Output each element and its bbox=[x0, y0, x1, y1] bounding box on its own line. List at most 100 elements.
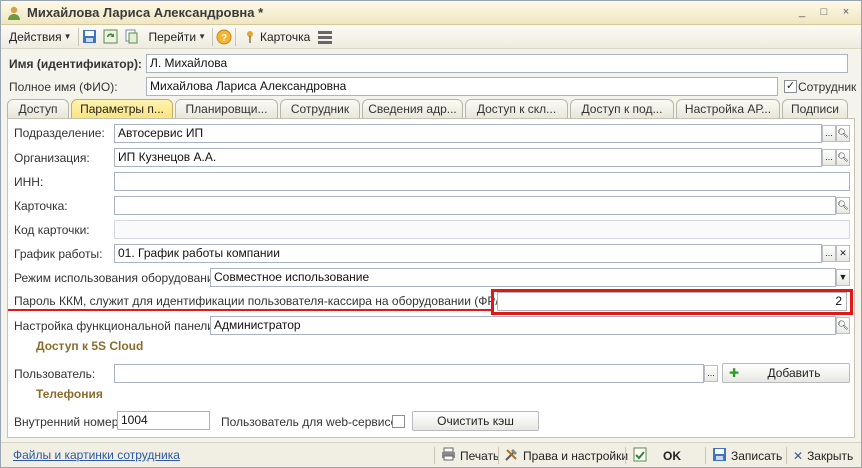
division-choose-button[interactable]: ... bbox=[822, 125, 836, 142]
copy-icon[interactable] bbox=[124, 29, 140, 45]
user-input[interactable] bbox=[114, 364, 704, 383]
pin-icon bbox=[242, 29, 258, 45]
refresh-icon[interactable] bbox=[103, 29, 119, 45]
division-search-icon[interactable]: 🔍︎ bbox=[836, 125, 850, 142]
organization-search-icon[interactable]: 🔍︎ bbox=[836, 149, 850, 166]
list-view-icon[interactable] bbox=[317, 29, 333, 45]
kkm-password-input[interactable]: 2 bbox=[497, 292, 847, 311]
tools-icon bbox=[504, 447, 519, 465]
help-icon[interactable]: ? bbox=[216, 29, 232, 45]
employee-window: Михайлова Лариса Александровна * _ □ × Д… bbox=[0, 0, 862, 468]
webservice-user-checkbox[interactable] bbox=[392, 415, 405, 428]
kkm-password-value: 2 bbox=[835, 294, 842, 308]
actions-menu[interactable]: Действия ▼ bbox=[6, 27, 75, 47]
division-label: Подразделение: bbox=[14, 126, 105, 140]
rights-label: Права и настройки bbox=[523, 448, 629, 463]
schedule-clear-icon[interactable]: ✕ bbox=[836, 245, 850, 262]
schedule-input[interactable]: 01. График работы компании bbox=[114, 244, 822, 263]
user-icon bbox=[6, 5, 22, 21]
schedule-choose-button[interactable]: ... bbox=[822, 245, 836, 262]
files-and-images-link[interactable]: Файлы и картинки сотрудника bbox=[13, 448, 180, 462]
inn-input[interactable] bbox=[114, 172, 850, 191]
panel-settings-label: Настройка функциональной панели: bbox=[14, 319, 218, 333]
card-code-label: Код карточки: bbox=[14, 223, 90, 237]
toolbar-separator bbox=[77, 27, 79, 46]
card-input[interactable] bbox=[114, 196, 836, 215]
save-label: Записать bbox=[731, 448, 783, 463]
cloud-section-title: Доступ к 5S Cloud bbox=[36, 339, 144, 353]
name-input[interactable]: Л. Михайлова bbox=[146, 54, 848, 73]
parameters-page: Подразделение: Автосервис ИП ... 🔍︎ Орга… bbox=[7, 118, 855, 438]
chevron-down-icon: ▼ bbox=[198, 32, 206, 41]
tab-access[interactable]: Доступ bbox=[7, 99, 69, 119]
fullname-label: Полное имя (ФИО): bbox=[9, 80, 118, 94]
webservice-user-label: Пользователь для web-сервисов bbox=[221, 415, 404, 429]
card-button[interactable]: Карточка bbox=[239, 27, 313, 47]
tab-signatures[interactable]: Подписи bbox=[782, 99, 848, 119]
telephony-section-title: Телефония bbox=[36, 387, 103, 401]
save-icon bbox=[712, 447, 727, 465]
ok-label: OK bbox=[663, 448, 681, 463]
printer-icon bbox=[441, 447, 456, 464]
chevron-down-icon[interactable]: ▼ bbox=[836, 269, 850, 286]
tab-employee[interactable]: Сотрудник bbox=[280, 99, 360, 119]
bottom-bar: Файлы и картинки сотрудника Печать Права… bbox=[1, 442, 861, 467]
user-choose-button[interactable]: ... bbox=[704, 365, 718, 382]
tab-scheduler[interactable]: Планировщи... bbox=[175, 99, 278, 119]
plus-icon: ✚ bbox=[729, 366, 740, 380]
schedule-label: График работы: bbox=[14, 247, 103, 261]
bottom-separator bbox=[705, 447, 706, 464]
clear-cache-button[interactable]: Очистить кэш bbox=[412, 411, 539, 431]
ok-button[interactable]: OK bbox=[633, 446, 681, 465]
employee-checkbox-label: Сотрудник bbox=[798, 80, 857, 94]
name-label: Имя (идентификатор): bbox=[9, 57, 142, 71]
save-document-icon[interactable] bbox=[82, 29, 98, 45]
maximize-button[interactable]: □ bbox=[815, 4, 833, 20]
close-window-button[interactable]: × bbox=[837, 4, 855, 20]
toolbar-separator bbox=[234, 27, 236, 46]
tab-warehouse-access[interactable]: Доступ к скл... bbox=[465, 99, 568, 119]
window-title: Михайлова Лариса Александровна * bbox=[27, 5, 264, 20]
organization-input[interactable]: ИП Кузнецов А.А. bbox=[114, 148, 822, 167]
card-label: Карточка bbox=[259, 29, 311, 44]
add-button-label: Добавить bbox=[767, 366, 821, 380]
close-button[interactable]: ✕ Закрыть bbox=[793, 446, 853, 465]
rights-and-settings-button[interactable]: Права и настройки bbox=[504, 446, 628, 465]
title-bar: Михайлова Лариса Александровна * _ □ × bbox=[1, 1, 861, 25]
save-button[interactable]: Записать bbox=[712, 446, 782, 465]
division-input[interactable]: Автосервис ИП bbox=[114, 124, 822, 143]
bottom-separator bbox=[434, 447, 435, 464]
add-user-button[interactable]: ✚ Добавить bbox=[722, 363, 850, 383]
kkm-password-label: Пароль ККМ, служит для идентификации пол… bbox=[14, 294, 531, 308]
tab-parameters[interactable]: Параметры п... bbox=[71, 99, 173, 120]
close-icon: ✕ bbox=[793, 448, 804, 463]
close-label: Закрыть bbox=[807, 448, 854, 463]
card-search-icon[interactable]: 🔍︎ bbox=[836, 197, 850, 214]
tab-division-access[interactable]: Доступ к под... bbox=[570, 99, 674, 119]
organization-choose-button[interactable]: ... bbox=[822, 149, 836, 166]
tab-workplace-settings[interactable]: Настройка АР... bbox=[676, 99, 780, 119]
bottom-separator bbox=[498, 447, 499, 464]
card-field-label: Карточка: bbox=[14, 199, 68, 213]
print-button[interactable]: Печать bbox=[441, 446, 499, 465]
equipment-mode-select[interactable]: Совместное использование bbox=[210, 268, 836, 287]
goto-label: Перейти bbox=[148, 29, 197, 44]
ok-document-icon bbox=[633, 447, 647, 465]
tab-address-info[interactable]: Сведения адр... bbox=[362, 99, 463, 119]
print-label: Печать bbox=[460, 448, 500, 463]
minimize-button[interactable]: _ bbox=[793, 4, 811, 20]
internal-number-input[interactable]: 1004 bbox=[117, 411, 210, 430]
bottom-separator bbox=[625, 447, 626, 464]
toolbar: Действия ▼ Перейти ▼ ? Карточка bbox=[1, 25, 861, 49]
inn-label: ИНН: bbox=[14, 175, 44, 189]
panel-settings-input[interactable]: Администратор bbox=[210, 316, 836, 335]
fullname-input[interactable]: Михайлова Лариса Александровна bbox=[146, 77, 778, 96]
employee-checkbox[interactable]: ✓ bbox=[784, 80, 797, 93]
panel-settings-search-icon[interactable]: 🔍︎ bbox=[836, 317, 850, 334]
goto-menu[interactable]: Перейти ▼ bbox=[146, 27, 209, 47]
equipment-mode-label: Режим использования оборудования: bbox=[14, 271, 224, 285]
toolbar-separator bbox=[211, 27, 213, 46]
organization-label: Организация: bbox=[14, 151, 90, 165]
card-code-input bbox=[114, 220, 850, 239]
internal-number-label: Внутренний номер: bbox=[14, 415, 122, 429]
